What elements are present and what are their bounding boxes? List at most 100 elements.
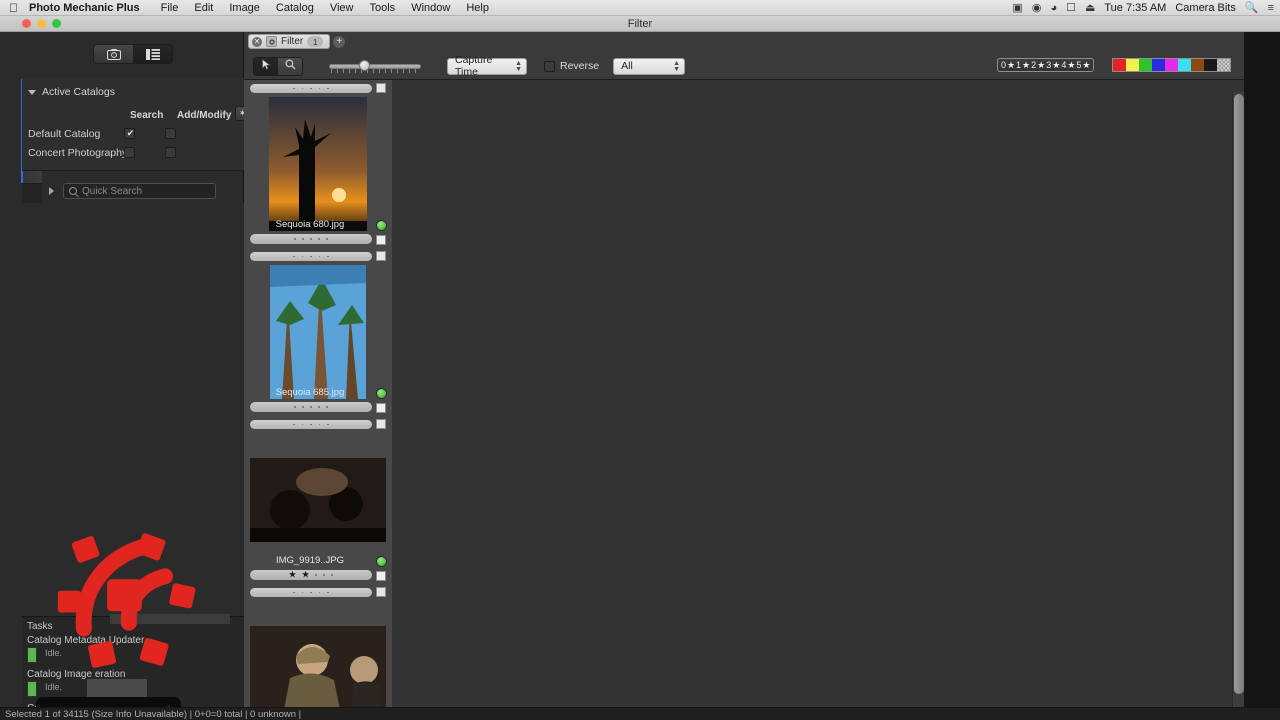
wifi-icon[interactable]: ◕ bbox=[1050, 2, 1057, 14]
color-class-blue[interactable] bbox=[1152, 59, 1165, 71]
scrollbar-thumb[interactable] bbox=[1234, 94, 1244, 694]
filter-scope-value: All bbox=[621, 60, 633, 72]
menu-view[interactable]: View bbox=[322, 2, 362, 14]
magnifier-button[interactable] bbox=[278, 58, 302, 75]
catalog-row-concert[interactable]: Concert Photography bbox=[22, 147, 244, 163]
select-checkbox-top[interactable] bbox=[376, 587, 386, 597]
select-checkbox-bottom[interactable] bbox=[376, 235, 386, 245]
thumbnail-filename: Sequoia 685.jpg bbox=[248, 387, 372, 398]
search-results-area bbox=[22, 203, 244, 623]
apple-icon[interactable]:  bbox=[0, 2, 29, 14]
menu-tools[interactable]: Tools bbox=[362, 2, 404, 14]
screen-share-icon[interactable]: ▣ bbox=[1012, 1, 1022, 14]
color-class-none[interactable] bbox=[1217, 59, 1230, 71]
arrow-cursor-icon bbox=[262, 59, 271, 73]
close-button[interactable] bbox=[22, 19, 31, 28]
menu-help[interactable]: Help bbox=[458, 2, 497, 14]
arrow-cursor-button[interactable] bbox=[254, 58, 278, 75]
chevron-right-icon[interactable] bbox=[49, 187, 54, 195]
column-header-addmodify: Add/Modify bbox=[177, 110, 231, 121]
select-checkbox-top[interactable] bbox=[376, 83, 386, 93]
select-checkbox-top[interactable] bbox=[376, 419, 386, 429]
grid-vertical-scrollbar[interactable] bbox=[1232, 92, 1244, 720]
grid-row: Sequoia 675.jpg Sequoia 676.jpg bbox=[244, 80, 1266, 248]
close-icon[interactable]: ✕ bbox=[252, 37, 262, 47]
rating-strip-top[interactable] bbox=[250, 588, 372, 597]
color-class-green[interactable] bbox=[1139, 59, 1152, 71]
list-icon[interactable]: ≡ bbox=[1268, 2, 1274, 14]
mode-button-group[interactable] bbox=[253, 57, 303, 76]
menu-file[interactable]: File bbox=[153, 2, 187, 14]
filter-tabs-row: ✕ Filter 1 + bbox=[248, 33, 345, 50]
add-tab-button[interactable]: + bbox=[333, 36, 345, 48]
star-icon: ★ bbox=[1022, 60, 1031, 71]
thumbnail-image[interactable] bbox=[250, 97, 386, 231]
active-catalogs-section: Active Catalogs Search Add/Modify ✶ Defa… bbox=[22, 78, 244, 171]
color-class-cyan[interactable] bbox=[1178, 59, 1191, 71]
thumbnail-grid[interactable]: Sequoia 675.jpg Sequoia 676.jpg bbox=[244, 80, 1266, 720]
rating-strip-top[interactable] bbox=[250, 84, 372, 93]
rating-filter[interactable]: 0★ 1★ 2★ 3★ 4★ 5★ bbox=[997, 58, 1094, 72]
menu-image[interactable]: Image bbox=[221, 2, 268, 14]
thumbnail-image[interactable] bbox=[250, 433, 386, 567]
slider-knob[interactable] bbox=[359, 60, 370, 71]
star-icon: ★ bbox=[1067, 60, 1076, 71]
reverse-toggle[interactable]: Reverse bbox=[544, 60, 599, 72]
quick-search-row: ✶ bbox=[22, 179, 244, 203]
status-text: Selected 1 of 34115 (Size Info Unavailab… bbox=[0, 709, 301, 720]
color-class-brown[interactable] bbox=[1191, 59, 1204, 71]
contact-sheet-view-button[interactable] bbox=[94, 45, 133, 63]
window-title: Filter bbox=[628, 18, 652, 30]
catalog-modify-checkbox[interactable] bbox=[165, 128, 176, 139]
thumbnail-image[interactable] bbox=[250, 601, 386, 720]
rating-strip-top[interactable] bbox=[250, 420, 372, 429]
app-name-menu[interactable]: Photo Mechanic Plus bbox=[29, 2, 153, 14]
thumbnail-cell[interactable]: Sequoia 680.jpg bbox=[244, 80, 392, 248]
color-class-filter[interactable] bbox=[1112, 58, 1231, 72]
select-checkbox-bottom[interactable] bbox=[376, 571, 386, 581]
color-class-black[interactable] bbox=[1204, 59, 1217, 71]
window-controls[interactable] bbox=[22, 19, 61, 28]
reverse-checkbox[interactable] bbox=[544, 61, 555, 72]
zoom-button[interactable] bbox=[52, 19, 61, 28]
menubar-user[interactable]: Camera Bits bbox=[1175, 2, 1236, 14]
rating-strip-bottom[interactable] bbox=[250, 402, 372, 412]
thumbnail-cell[interactable]: Sequoia 685.jpg bbox=[244, 248, 392, 416]
active-catalogs-disclosure[interactable]: Active Catalogs bbox=[28, 86, 115, 98]
eject-icon[interactable]: ⏏ bbox=[1085, 1, 1095, 14]
color-class-magenta[interactable] bbox=[1165, 59, 1178, 71]
minimize-button[interactable] bbox=[37, 19, 46, 28]
menubar-clock[interactable]: Tue 7:35 AM bbox=[1104, 2, 1166, 14]
rating-strip-bottom[interactable] bbox=[250, 234, 372, 244]
thumbnail-cell[interactable]: IMG_9919..JPG ★★ bbox=[244, 416, 392, 584]
gear-icon[interactable] bbox=[266, 36, 277, 47]
catalog-row-default[interactable]: Default Catalog bbox=[22, 128, 244, 144]
display-icon[interactable]: ☐ bbox=[1066, 1, 1076, 14]
menu-window[interactable]: Window bbox=[403, 2, 458, 14]
quick-search-field[interactable] bbox=[63, 183, 216, 199]
search-input[interactable] bbox=[82, 186, 202, 197]
sort-order-dropdown[interactable]: Capture Time ▲▼ bbox=[447, 58, 527, 75]
menu-edit[interactable]: Edit bbox=[186, 2, 221, 14]
catalog-search-checkbox[interactable] bbox=[124, 128, 135, 139]
rating-strip-top[interactable] bbox=[250, 252, 372, 261]
color-class-yellow[interactable] bbox=[1126, 59, 1139, 71]
menu-catalog[interactable]: Catalog bbox=[268, 2, 322, 14]
chevron-updown-icon: ▲▼ bbox=[673, 61, 680, 73]
magnifier-icon bbox=[285, 59, 296, 73]
filter-scope-dropdown[interactable]: All ▲▼ bbox=[613, 58, 685, 75]
tab-filter[interactable]: ✕ Filter 1 bbox=[248, 34, 330, 49]
thumbnail-cell[interactable] bbox=[244, 584, 392, 720]
view-toggle[interactable] bbox=[93, 44, 173, 64]
catalog-search-checkbox[interactable] bbox=[124, 147, 135, 158]
select-checkbox-top[interactable] bbox=[376, 251, 386, 261]
list-view-button[interactable] bbox=[133, 45, 172, 63]
catalog-modify-checkbox[interactable] bbox=[165, 147, 176, 158]
airplay-icon[interactable]: ◉ bbox=[1032, 1, 1042, 14]
thumbnail-image[interactable] bbox=[250, 265, 386, 399]
rating-strip-bottom[interactable]: ★★ bbox=[250, 570, 372, 580]
search-icon[interactable]: 🔍 bbox=[1245, 1, 1259, 14]
color-class-red[interactable] bbox=[1113, 59, 1126, 71]
select-checkbox-bottom[interactable] bbox=[376, 403, 386, 413]
thumbnail-size-slider[interactable] bbox=[329, 59, 421, 73]
